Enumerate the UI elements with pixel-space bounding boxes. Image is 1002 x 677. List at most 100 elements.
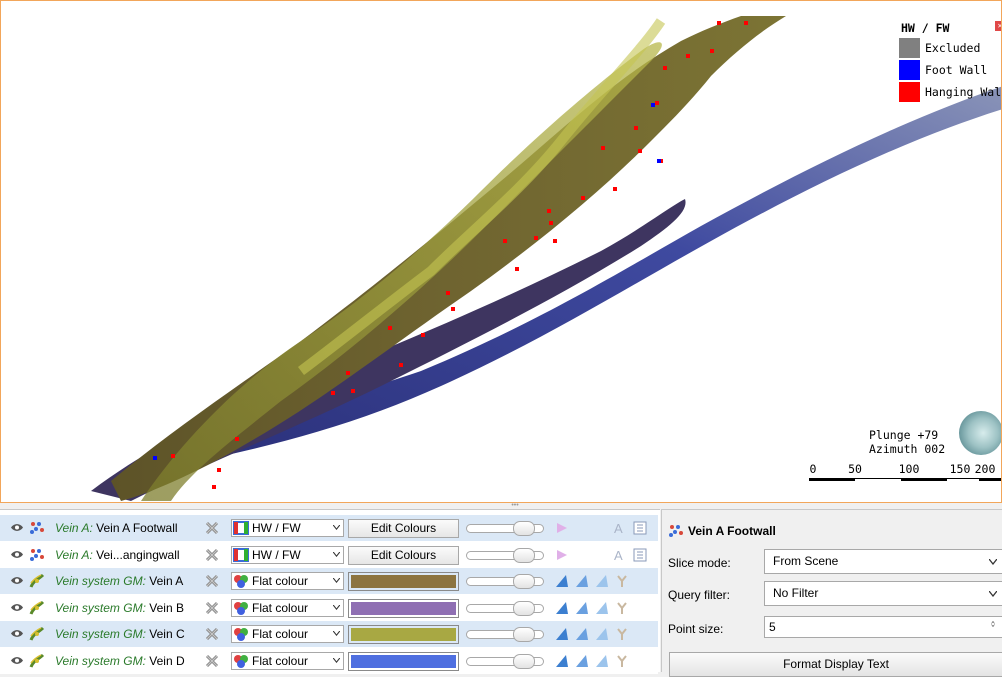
vein-surface-icon — [29, 653, 45, 668]
close-icon[interactable]: ✕ — [995, 21, 1001, 31]
flat-colour-icon — [234, 575, 248, 588]
legend-item-excluded: Excluded — [899, 37, 1001, 59]
slice-back-icon[interactable] — [574, 573, 590, 589]
format-display-text-button[interactable]: Format Display Text — [669, 652, 1002, 677]
colour-mode-select[interactable]: Flat colour — [231, 625, 344, 643]
filter-icon[interactable] — [554, 520, 570, 536]
slice-mode-label: Slice mode: — [668, 556, 731, 570]
colour-mode-select[interactable]: HW / FW — [231, 519, 344, 537]
properties-title-text: Vein A Footwall — [688, 524, 776, 538]
properties-title: Vein A Footwall — [668, 522, 776, 540]
slice-both-icon[interactable] — [594, 626, 610, 642]
point-size-spinner[interactable]: 5 — [764, 616, 1002, 638]
slider-thumb[interactable] — [513, 653, 535, 669]
colour-mode-select[interactable]: Flat colour — [231, 572, 344, 590]
scale-tick: 100 — [898, 462, 920, 476]
colour-mode-select[interactable]: Flat colour — [231, 598, 344, 617]
mesh-icon[interactable] — [614, 653, 630, 669]
remove-icon[interactable] — [204, 520, 220, 536]
shape-name: Vein system GM: Vein A — [55, 574, 184, 588]
opacity-slider[interactable] — [466, 547, 544, 563]
query-filter-label: Query filter: — [668, 588, 731, 602]
colour-swatch-button[interactable] — [348, 651, 459, 671]
orientation-readout: Plunge +79 Azimuth 002 — [869, 428, 945, 456]
text-label-icon[interactable]: A — [612, 520, 628, 536]
vein-surface-icon — [29, 626, 45, 641]
scale-tick: 0 — [809, 462, 817, 476]
spinner-arrows-icon[interactable] — [989, 621, 997, 627]
eye-icon[interactable] — [11, 656, 23, 665]
slider-thumb[interactable] — [513, 521, 535, 536]
shape-row[interactable]: Vein A: Vei...angingwall HW / FW Edit Colo… — [0, 541, 658, 568]
shape-row[interactable]: Vein system GM: Vein D Flat colour — [0, 647, 658, 674]
shape-row[interactable]: Vein system GM: Vein B Flat colour — [0, 594, 658, 621]
slice-back-icon[interactable] — [574, 653, 590, 669]
shape-name: Vein system GM: Vein C — [55, 627, 185, 641]
properties-icon[interactable] — [632, 520, 648, 536]
mesh-icon[interactable] — [614, 600, 630, 616]
slider-thumb[interactable] — [513, 547, 535, 563]
query-filter-select[interactable]: No Filter — [764, 581, 1002, 606]
remove-icon[interactable] — [204, 626, 220, 642]
colour-swatch-button[interactable] — [348, 598, 459, 618]
colour-map-icon — [233, 521, 249, 535]
slice-front-icon[interactable] — [554, 653, 570, 669]
shape-properties-panel: Vein A Footwall Slice mode: From Scene Q… — [661, 509, 1002, 677]
colour-mode-select[interactable]: HW / FW — [231, 545, 344, 564]
eye-icon[interactable] — [11, 550, 23, 559]
legend-label: Excluded — [925, 41, 981, 55]
chevron-down-icon — [333, 631, 340, 636]
opacity-slider[interactable] — [466, 627, 544, 642]
remove-icon[interactable] — [204, 653, 220, 669]
opacity-slider[interactable] — [466, 574, 544, 589]
scene-canvas[interactable] — [1, 1, 1002, 503]
slice-mode-select[interactable]: From Scene — [764, 549, 1002, 574]
edit-colours-button[interactable]: Edit Colours — [348, 519, 459, 538]
scale-tick: 150 — [949, 462, 971, 476]
eye-icon[interactable] — [11, 603, 23, 612]
slice-back-icon[interactable] — [574, 626, 590, 642]
eye-icon[interactable] — [11, 523, 23, 532]
flat-colour-icon — [234, 601, 248, 615]
remove-icon[interactable] — [204, 547, 220, 563]
slice-front-icon[interactable] — [554, 626, 570, 642]
legend-swatch — [899, 60, 920, 80]
legend-swatch — [899, 38, 920, 58]
chevron-down-icon — [333, 657, 340, 663]
point-size-value: 5 — [769, 620, 776, 634]
shape-row[interactable]: Vein system GM: Vein A Flat colour — [0, 568, 658, 594]
vein-surface-icon — [29, 600, 45, 615]
mesh-icon[interactable] — [614, 573, 630, 589]
slider-thumb[interactable] — [513, 627, 535, 642]
colour-mode-select[interactable]: Flat colour — [231, 651, 344, 670]
opacity-slider[interactable] — [466, 521, 544, 536]
hw-fw-legend: HW / FW ✕ Excluded Foot Wall Hanging Wal… — [899, 19, 1001, 103]
colour-swatch-button[interactable] — [348, 572, 459, 591]
slider-thumb[interactable] — [513, 574, 535, 589]
slice-both-icon[interactable] — [594, 573, 610, 589]
points-icon — [30, 522, 44, 534]
slice-front-icon[interactable] — [554, 573, 570, 589]
opacity-slider[interactable] — [466, 653, 544, 669]
eye-icon[interactable] — [11, 629, 23, 638]
shape-row[interactable]: Vein A: Vein A Footwall HW / FW Edit Colou… — [0, 515, 658, 541]
mesh-icon[interactable] — [614, 626, 630, 642]
eye-icon[interactable] — [11, 576, 23, 585]
filter-icon[interactable] — [554, 547, 570, 563]
text-label-icon[interactable]: A — [612, 547, 628, 563]
shape-name: Vein A: Vein A Footwall — [55, 521, 178, 535]
colour-swatch-button[interactable] — [348, 625, 459, 644]
scene-viewport[interactable]: HW / FW ✕ Excluded Foot Wall Hanging Wal… — [0, 0, 1002, 503]
remove-icon[interactable] — [204, 600, 220, 616]
properties-icon[interactable] — [632, 547, 648, 563]
slice-back-icon[interactable] — [574, 600, 590, 616]
slice-both-icon[interactable] — [594, 600, 610, 616]
edit-colours-button[interactable]: Edit Colours — [348, 545, 459, 565]
shape-row[interactable]: Vein system GM: Vein C Flat colour — [0, 621, 658, 647]
opacity-slider[interactable] — [466, 600, 544, 616]
slice-front-icon[interactable] — [554, 600, 570, 616]
slider-thumb[interactable] — [513, 600, 535, 616]
view-orientation-globe-icon[interactable] — [959, 411, 1001, 455]
remove-icon[interactable] — [204, 573, 220, 589]
slice-both-icon[interactable] — [594, 653, 610, 669]
